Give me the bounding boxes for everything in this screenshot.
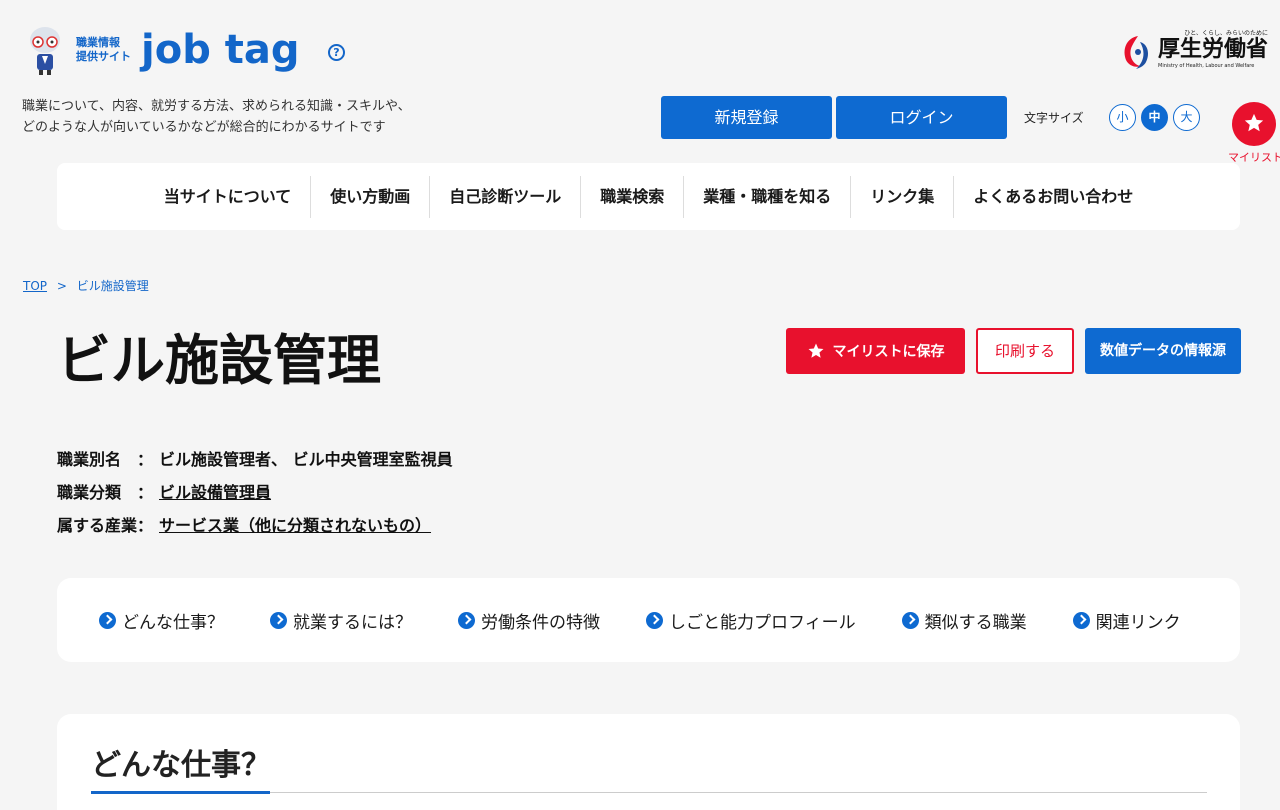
meta-category-link[interactable]: ビル設備管理員: [159, 479, 271, 512]
meta-industry-label: 属する産業：: [57, 516, 154, 535]
tagline-line2: どのような人が向いているかなどが総合的にわかるサイトです: [22, 120, 386, 135]
register-button[interactable]: 新規登録: [661, 96, 832, 139]
anchor-label: 類似する職業: [924, 612, 1027, 633]
chevron-circle-icon: [901, 611, 919, 629]
logo-subtitle: 職業情報 提供サイト: [76, 36, 131, 64]
meta-industry-row: 属する産業： サービス業（他に分類されないもの）: [57, 512, 453, 545]
meta-category-label: 職業分類 ：: [57, 483, 154, 502]
star-icon: [808, 343, 823, 358]
anchor-label: 就業するには？: [293, 612, 412, 633]
mascot-icon: [24, 24, 66, 76]
font-size-large-button[interactable]: 大: [1173, 104, 1200, 131]
nav-item-industries[interactable]: 業種・職種を知る: [684, 175, 852, 218]
save-button-label: マイリストに保存: [832, 344, 945, 360]
what-job-section: どんな仕事？: [57, 714, 1240, 810]
meta-alias-row: 職業別名 ： ビル施設管理者、 ビル中央管理室監視員: [57, 446, 453, 479]
breadcrumb-current: ビル施設管理: [76, 279, 149, 293]
nav-item-about[interactable]: 当サイトについて: [145, 175, 312, 218]
login-button[interactable]: ログイン: [836, 96, 1007, 139]
chevron-circle-icon: [1072, 611, 1090, 629]
anchor-label: どんな仕事？: [122, 612, 224, 633]
ministry-tagline: ひと、くらし、みらいのために: [1184, 30, 1269, 37]
ministry-mark-icon: [1118, 32, 1154, 72]
section-anchor-nav: どんな仕事？ 就業するには？ 労働条件の特徴 しごと能力プロフィール 類似する職…: [57, 578, 1240, 662]
meta-alias-value: ビル施設管理者、 ビル中央管理室監視員: [159, 450, 453, 469]
breadcrumb: TOP > ビル施設管理: [23, 277, 149, 294]
chevron-circle-icon: [458, 611, 475, 629]
anchor-working-conditions[interactable]: 労働条件の特徴: [458, 608, 600, 633]
anchor-related-links[interactable]: 関連リンク: [1072, 608, 1181, 633]
nav-item-self-assessment[interactable]: 自己診断ツール: [430, 175, 582, 218]
breadcrumb-separator: >: [56, 279, 67, 293]
ministry-name: 厚生労働省: [1158, 37, 1269, 62]
star-icon: [1244, 113, 1264, 132]
data-source-button[interactable]: 数値データの情報源: [1085, 328, 1241, 374]
breadcrumb-top-link[interactable]: TOP: [23, 279, 47, 293]
section-divider-accent: [91, 791, 270, 794]
logo-subtitle-line2: 提供サイト: [76, 50, 131, 63]
nav-item-video[interactable]: 使い方動画: [311, 175, 431, 218]
anchor-how-to-work[interactable]: 就業するには？: [270, 608, 412, 633]
tagline-line1: 職業について、内容、就労する方法、求められる知識・スキルや、: [22, 99, 411, 114]
chevron-circle-icon: [646, 611, 663, 629]
ministry-english-name: Ministry of Health, Labour and Welfare: [1158, 63, 1255, 69]
anchor-what-job[interactable]: どんな仕事？: [99, 608, 224, 633]
page-title: ビル施設管理: [57, 329, 381, 392]
nav-item-faq[interactable]: よくあるお問い合わせ: [954, 176, 1152, 218]
section-title: どんな仕事？: [91, 748, 271, 783]
help-icon[interactable]: ?: [328, 44, 345, 61]
site-tagline: 職業について、内容、就労する方法、求められる知識・スキルや、 どのような人が向い…: [22, 96, 472, 138]
meta-industry-link[interactable]: サービス業（他に分類されないもの）: [159, 512, 431, 545]
font-size-label: 文字サイズ: [1024, 111, 1084, 125]
anchor-label: 労働条件の特徴: [481, 612, 600, 633]
print-button[interactable]: 印刷する: [976, 328, 1074, 374]
site-logo[interactable]: 職業情報 提供サイト job tag: [24, 24, 300, 76]
font-size-small-button[interactable]: 小: [1109, 104, 1136, 131]
anchor-ability-profile[interactable]: しごと能力プロフィール: [646, 608, 856, 633]
chevron-circle-icon: [99, 611, 116, 629]
anchor-label: 関連リンク: [1095, 612, 1181, 633]
mylist-button[interactable]: [1232, 102, 1276, 146]
chevron-circle-icon: [270, 611, 287, 629]
font-size-medium-button[interactable]: 中: [1141, 104, 1168, 131]
job-meta: 職業別名 ： ビル施設管理者、 ビル中央管理室監視員 職業分類 ： ビル設備管理…: [57, 446, 453, 545]
nav-item-job-search[interactable]: 職業検索: [581, 175, 685, 218]
logo-wordmark: job tag: [141, 27, 300, 73]
meta-alias-label: 職業別名 ：: [57, 450, 154, 469]
anchor-similar-jobs[interactable]: 類似する職業: [901, 608, 1027, 633]
anchor-label: しごと能力プロフィール: [669, 612, 856, 633]
ministry-logo[interactable]: ひと、くらし、みらいのために 厚生労働省 Ministry of Health,…: [1118, 28, 1268, 72]
mylist-label: マイリスト: [1228, 151, 1280, 164]
global-nav: 当サイトについて 使い方動画 自己診断ツール 職業検索 業種・職種を知る リンク…: [57, 163, 1240, 230]
meta-category-row: 職業分類 ： ビル設備管理員: [57, 479, 453, 512]
logo-subtitle-line1: 職業情報: [76, 36, 120, 49]
nav-item-links[interactable]: リンク集: [851, 175, 955, 218]
save-to-mylist-button[interactable]: マイリストに保存: [786, 328, 965, 374]
